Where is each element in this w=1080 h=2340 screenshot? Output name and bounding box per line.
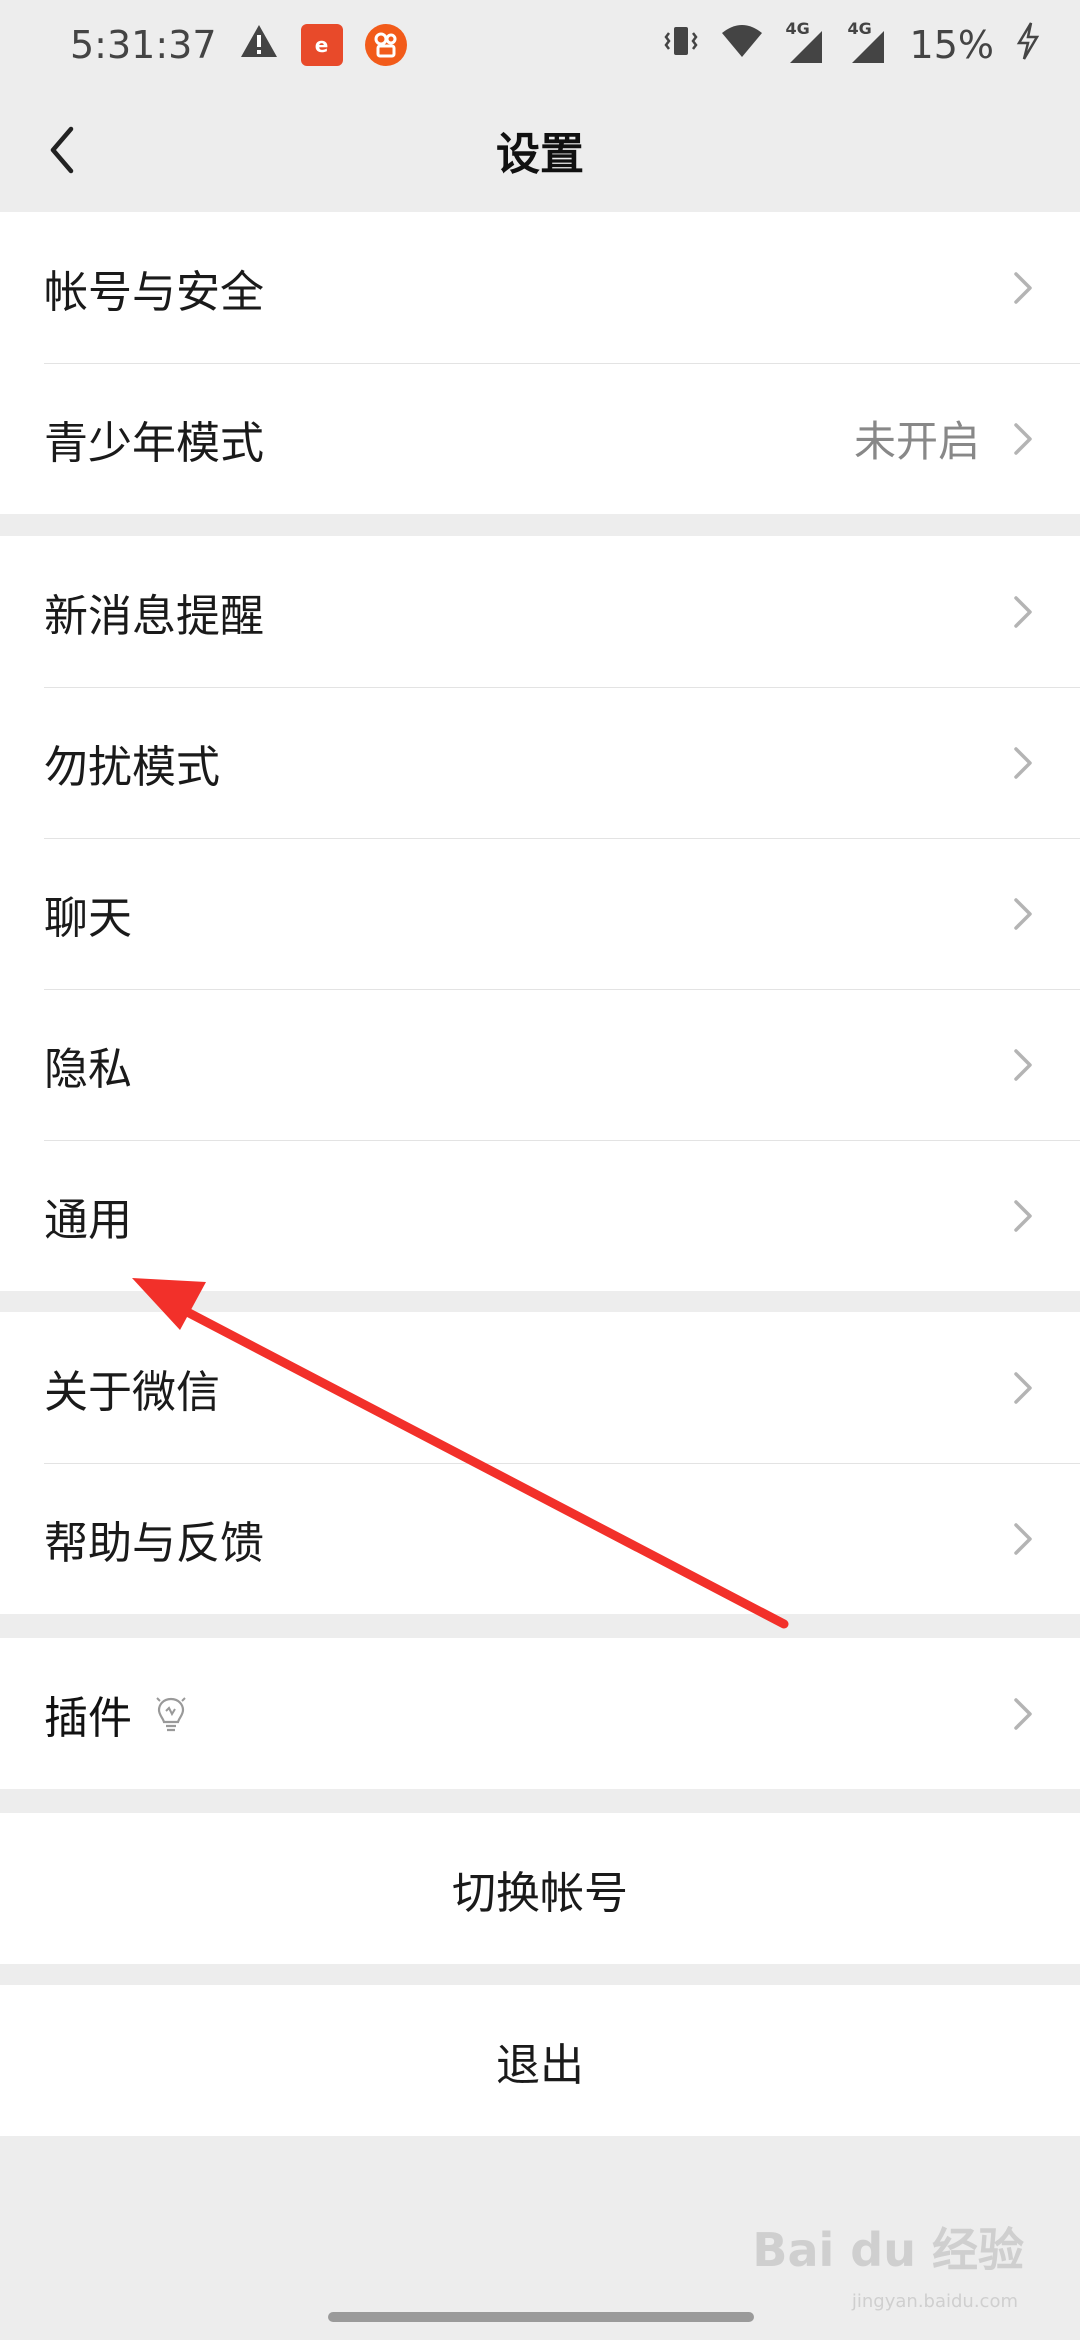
settings-item-label: 勿扰模式 <box>44 741 220 793</box>
navigation-bar: 设置 <box>0 90 1080 210</box>
chevron-right-icon <box>1014 1199 1032 1232</box>
chevron-right-icon <box>1014 422 1032 455</box>
settings-group-account: 帐号与安全 青少年模式 未开启 <box>0 212 1080 514</box>
status-right: 4G 4G 15% <box>663 19 1040 70</box>
switch-account-group: 切换帐号 <box>0 1813 1080 1964</box>
settings-item-teen-mode[interactable]: 青少年模式 未开启 <box>0 363 1080 514</box>
taobao-app-icon: e <box>300 24 343 66</box>
watermark-url: jingyan.baidu.com <box>851 2291 1018 2312</box>
settings-item-privacy[interactable]: 隐私 <box>0 989 1080 1140</box>
chevron-right-icon <box>1014 1048 1032 1081</box>
status-left: 5:31:37 e <box>70 23 407 68</box>
settings-item-chat[interactable]: 聊天 <box>0 838 1080 989</box>
settings-group-about: 关于微信 帮助与反馈 <box>0 1312 1080 1614</box>
network-type-sim2: 4G <box>847 19 872 38</box>
logout-label: 退出 <box>496 2039 584 2091</box>
status-bar: 5:31:37 e 4G 4G 15% <box>0 0 1080 90</box>
settings-item-label: 青少年模式 <box>44 417 264 469</box>
settings-group-plugins: 插件 <box>0 1638 1080 1789</box>
chevron-right-icon <box>1014 746 1032 779</box>
vibrate-icon <box>663 23 698 68</box>
charging-icon <box>1016 21 1040 70</box>
settings-item-account-security[interactable]: 帐号与安全 <box>0 212 1080 363</box>
chevron-left-icon <box>50 126 74 174</box>
home-indicator[interactable] <box>328 2312 754 2322</box>
back-button[interactable] <box>30 118 94 182</box>
chevron-right-icon <box>1014 1697 1032 1730</box>
settings-item-label: 帐号与安全 <box>44 266 264 318</box>
chevron-right-icon <box>1014 595 1032 628</box>
switch-account-button[interactable]: 切换帐号 <box>0 1813 1080 1964</box>
signal-icon-sim1: 4G <box>786 19 826 65</box>
settings-item-label: 聊天 <box>44 892 132 944</box>
logout-group: 退出 <box>0 1985 1080 2136</box>
settings-item-new-message-alerts[interactable]: 新消息提醒 <box>0 536 1080 687</box>
warning-icon <box>239 23 279 68</box>
settings-item-label: 插件 <box>44 1692 132 1744</box>
chevron-right-icon <box>1014 897 1032 930</box>
signal-icon-sim2: 4G <box>848 19 888 65</box>
settings-item-label: 隐私 <box>44 1043 132 1095</box>
baidu-jingyan-watermark: Bai du 经验 <box>752 2214 1024 2280</box>
teen-mode-status: 未开启 <box>853 417 980 466</box>
settings-item-label: 新消息提醒 <box>44 590 264 642</box>
settings-item-plugins[interactable]: 插件 <box>0 1638 1080 1789</box>
kuaishou-app-icon <box>364 24 407 66</box>
switch-account-label: 切换帐号 <box>452 1867 628 1919</box>
chevron-right-icon <box>1014 271 1032 304</box>
page-title: 设置 <box>496 129 584 180</box>
battery-percent: 15% <box>909 23 994 67</box>
settings-item-label: 通用 <box>44 1194 132 1246</box>
settings-item-label: 关于微信 <box>44 1366 220 1418</box>
settings-group-messages: 新消息提醒 勿扰模式 聊天 隐私 通用 <box>0 536 1080 1291</box>
settings-item-label: 帮助与反馈 <box>44 1517 264 1569</box>
settings-item-do-not-disturb[interactable]: 勿扰模式 <box>0 687 1080 838</box>
network-type-sim1: 4G <box>785 19 810 38</box>
chevron-right-icon <box>1014 1371 1032 1404</box>
settings-item-about-wechat[interactable]: 关于微信 <box>0 1312 1080 1463</box>
lightbulb-icon <box>156 1696 186 1731</box>
settings-item-general[interactable]: 通用 <box>0 1140 1080 1291</box>
chevron-right-icon <box>1014 1522 1032 1555</box>
watermark-brand: Bai du 经验 <box>752 2223 1024 2277</box>
logout-button[interactable]: 退出 <box>0 1985 1080 2136</box>
wifi-icon <box>720 23 764 68</box>
settings-item-help-feedback[interactable]: 帮助与反馈 <box>0 1463 1080 1614</box>
status-time: 5:31:37 <box>70 23 217 67</box>
